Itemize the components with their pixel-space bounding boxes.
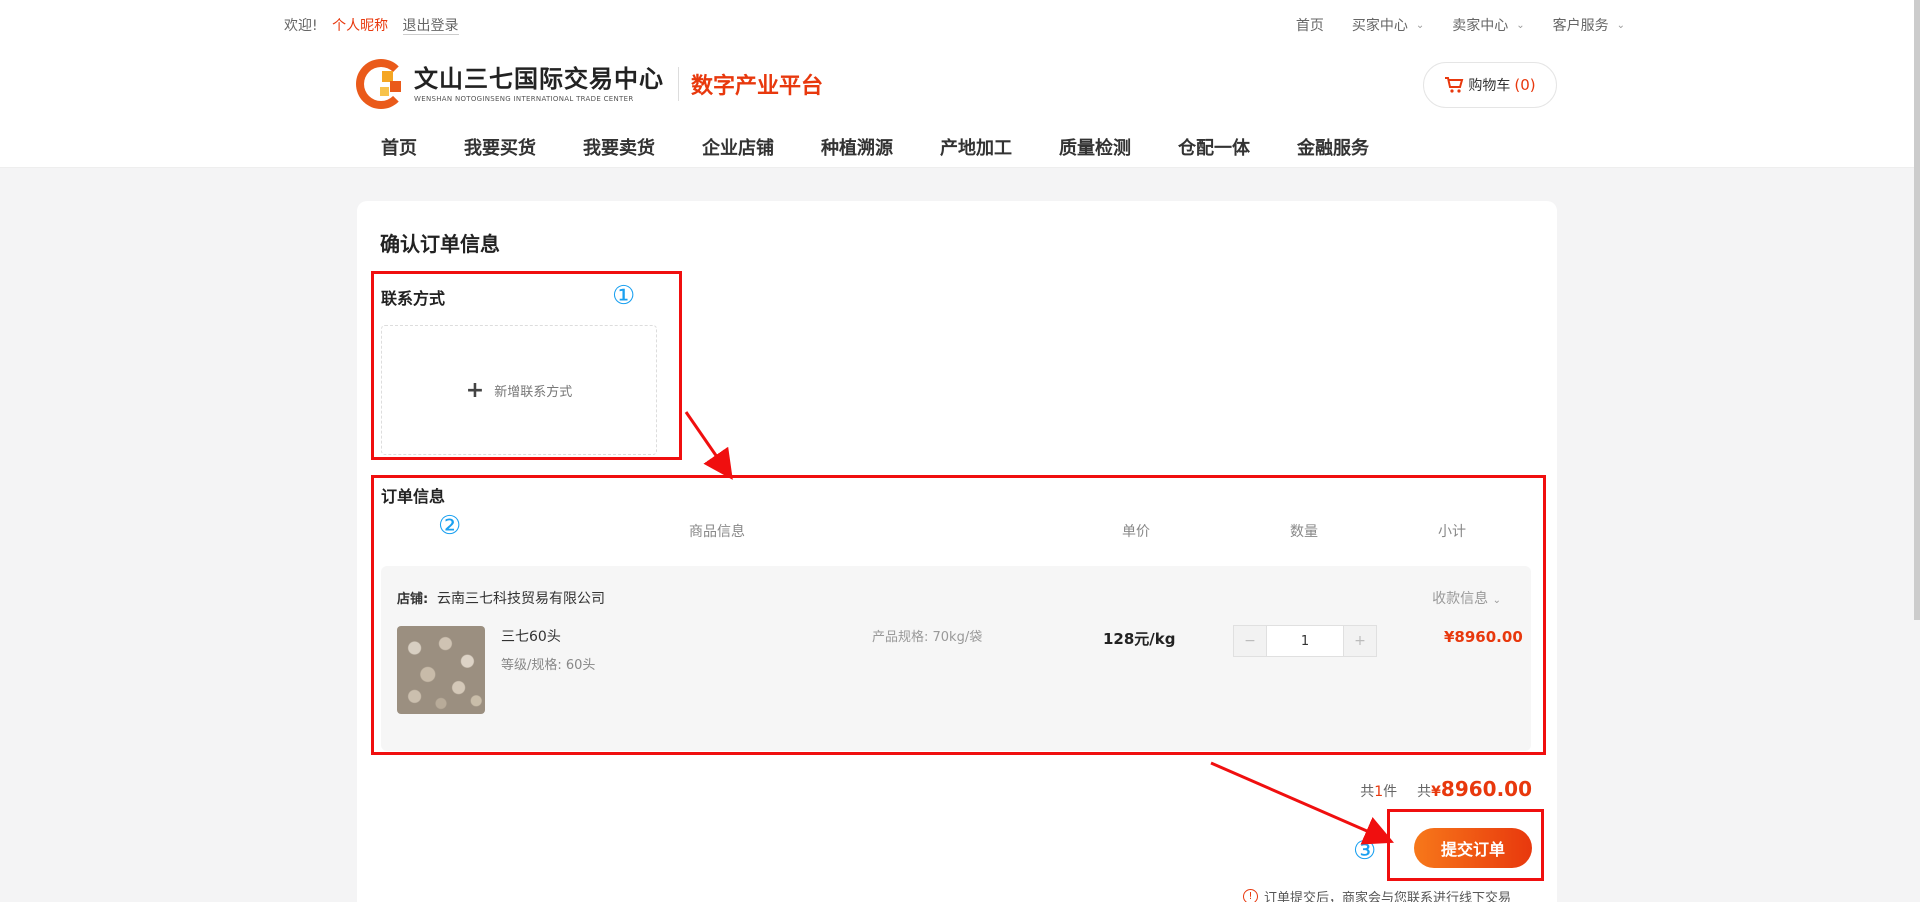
arrow-icon xyxy=(1210,761,1394,845)
arrow-icon xyxy=(684,411,733,480)
page-scrollbar[interactable] xyxy=(1914,0,1920,620)
annotation-arrows xyxy=(684,411,1394,845)
